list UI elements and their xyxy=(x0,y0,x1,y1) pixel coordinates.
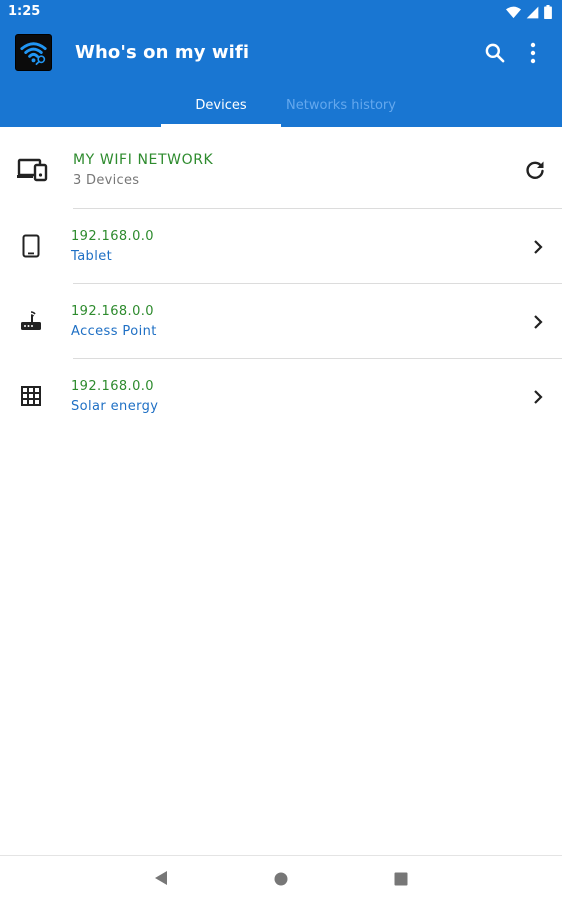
router-icon xyxy=(21,311,41,330)
battery-icon xyxy=(544,5,552,19)
tablet-icon xyxy=(22,234,40,258)
device-type: Access Point xyxy=(71,324,157,339)
tab-indicator xyxy=(161,124,281,127)
tab-devices[interactable]: Devices xyxy=(161,84,281,127)
devices-icon xyxy=(17,158,48,182)
status-bar: 1:25 xyxy=(0,0,562,24)
chevron-right-icon xyxy=(534,240,543,254)
wifi-icon xyxy=(506,6,521,18)
recents-icon[interactable] xyxy=(392,870,410,888)
chevron-right-icon xyxy=(534,390,543,404)
network-name: MY WIFI NETWORK xyxy=(73,152,214,168)
wifi-search-app-icon xyxy=(15,34,52,71)
system-nav-bar xyxy=(0,855,562,900)
device-ip: 192.168.0.0 xyxy=(71,304,154,319)
device-row-solar-energy[interactable]: 192.168.0.0 Solar energy xyxy=(0,359,562,434)
device-type: Solar energy xyxy=(71,399,159,414)
search-icon xyxy=(485,43,505,63)
search-button[interactable] xyxy=(482,40,508,66)
device-count: 3 Devices xyxy=(73,173,140,188)
more-options-button[interactable] xyxy=(522,40,544,66)
device-ip: 192.168.0.0 xyxy=(71,229,154,244)
device-ip: 192.168.0.0 xyxy=(71,379,154,394)
more-vert-icon xyxy=(530,42,536,64)
refresh-icon[interactable] xyxy=(523,158,547,182)
status-time: 1:25 xyxy=(8,4,41,19)
device-row-access-point[interactable]: 192.168.0.0 Access Point xyxy=(0,284,562,359)
home-icon[interactable] xyxy=(272,870,290,888)
app-title: Who's on my wifi xyxy=(75,42,250,63)
tab-networks-history[interactable]: Networks history xyxy=(281,84,401,127)
device-row-tablet[interactable]: 192.168.0.0 Tablet xyxy=(0,209,562,284)
device-type: Tablet xyxy=(71,249,113,264)
app-bar: 1:25 Who's on my wifi Devices Networks h… xyxy=(0,0,562,127)
status-icons xyxy=(506,5,552,19)
cell-signal-icon xyxy=(526,6,539,18)
back-icon[interactable] xyxy=(152,869,170,887)
solar-panel-icon xyxy=(21,386,41,406)
chevron-right-icon xyxy=(534,315,543,329)
network-header: MY WIFI NETWORK 3 Devices xyxy=(0,128,562,208)
